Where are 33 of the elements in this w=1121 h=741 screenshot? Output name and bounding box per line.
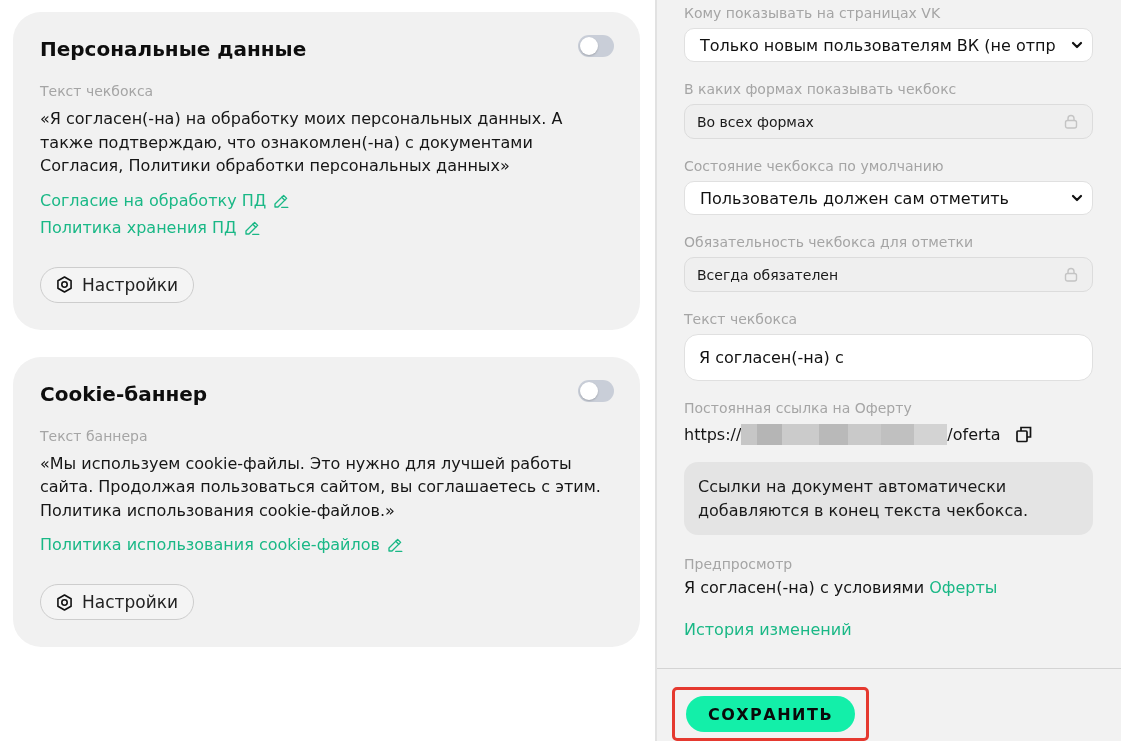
save-button[interactable]: СОХРАНИТЬ [686,696,855,732]
field-label: Кому показывать на страницах VK [684,4,942,22]
lock-icon [1064,114,1078,129]
field-label: Текст чекбокса [40,82,154,100]
consent-text: «Я согласен(-на) на обработку моих персональных данных. А также подтверждаю, что ознакомлен(-на) с документами Согласия, Политики обработки персональных данных» [40,108,564,177]
field-label: Текст баннера [40,426,148,445]
field-label: Постоянная ссылка на Оферту [684,399,913,417]
field-label: Текст чекбокса [684,310,799,328]
pencil-icon[interactable] [385,536,404,554]
locked-field: Во всех формах [684,104,1093,139]
lock-icon [1064,267,1078,282]
field-label: Обязательность чекбокса для отметки [684,233,975,251]
toggle-switch[interactable] [578,379,614,402]
preview-text: Я согласен(-на) с условиями Оферты [684,577,999,599]
settings-icon [55,592,74,612]
dropdown[interactable]: Пользователь должен сам отметить [684,181,1093,215]
field-label: В каких формах показывать чекбокс [684,80,958,98]
settings-button[interactable]: Настройки [40,266,194,303]
card-title: Персональные данные [40,36,307,63]
toggle-switch[interactable] [578,35,614,57]
card-title: Cookie-баннер [40,380,208,408]
locked-field: Всегда обязателен [684,257,1093,292]
url-text: /oferta [947,424,1001,444]
url-text: https:// [684,424,742,444]
field-label: Состояние чекбокса по умолчанию [684,157,945,175]
field-label: Предпросмотр [684,555,794,573]
text-input[interactable]: Я согласен(-на) с [684,334,1093,381]
info-note: Ссылки на документ автоматически добавляются в конец текста чекбокса. [684,462,1093,535]
dropdown[interactable]: Только новым пользователям ВК (не отпр [684,28,1093,62]
settings-button[interactable]: Настройки [40,584,194,620]
settings-icon [55,275,74,294]
copy-icon[interactable] [1014,425,1033,443]
consent-text: «Мы используем cookie-файлы. Это нужно для лучшей работы сайта. Продолжая пользоваться сайтом, вы соглашаетесь с этим. Политика использования cookie-файлов.» [40,452,602,522]
